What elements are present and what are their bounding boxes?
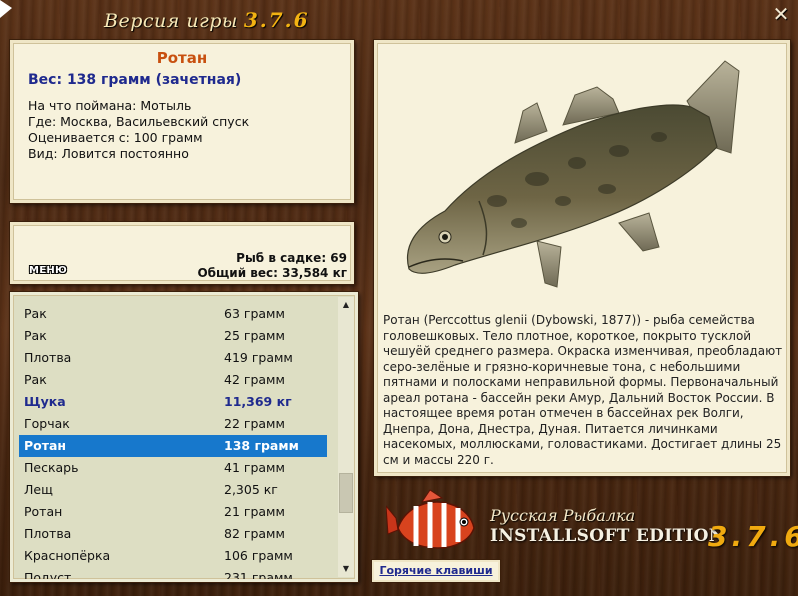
- fish-weight-cell: 21 грамм: [224, 504, 285, 519]
- fish-weight-cell: 231 грамм: [224, 570, 293, 582]
- stats-panel: МЕНЮ Рыб в садке: 69 Общий вес: 33,584 к…: [10, 222, 354, 284]
- fish-weight-cell: 41 грамм: [224, 460, 285, 475]
- fish-weight-cell: 2,305 кг: [224, 482, 278, 497]
- fish-name-cell: Ротан: [24, 438, 67, 453]
- list-item[interactable]: Лещ 2,305 кг: [19, 479, 327, 501]
- fish-weight-cell: 419 грамм: [224, 350, 293, 365]
- fish-bait: На что поймана: Мотыль: [28, 98, 192, 113]
- list-scrollbar[interactable]: ▲ ▼: [338, 297, 354, 577]
- fish-weight: Вес: 138 грамм (зачетная): [28, 72, 242, 88]
- close-icon[interactable]: ✕: [771, 4, 791, 24]
- list-item[interactable]: Горчак 22 грамм: [19, 413, 327, 435]
- scroll-down-icon[interactable]: ▼: [338, 561, 354, 577]
- resize-corner-icon: [0, 0, 12, 18]
- fish-weight-cell: 82 грамм: [224, 526, 285, 541]
- fish-logo-icon: [386, 489, 475, 549]
- fish-name-cell: Пескарь: [24, 460, 79, 475]
- fish-weight-cell: 11,369 кг: [224, 394, 292, 409]
- game-logo: Русская Рыбалка INSTALLSOFT EDITION 3.7.…: [386, 488, 798, 556]
- title-text: Версия игры: [104, 10, 238, 32]
- fish-name-cell: Плотва: [24, 526, 72, 541]
- fish-name: Ротан: [156, 49, 208, 67]
- fish-image: [407, 60, 740, 288]
- catch-list[interactable]: Рак 63 грамм Рак 25 грамм Плотва 419 грамм Рак…: [10, 292, 358, 582]
- fish-name-cell: Лещ: [24, 482, 53, 497]
- fish-name-cell: Щука: [24, 394, 66, 409]
- fish-weight-cell: 63 грамм: [224, 306, 285, 321]
- total-weight: Общий вес: 33,584 кг: [197, 266, 347, 280]
- logo-title: Русская Рыбалка: [490, 506, 636, 525]
- fish-name-cell: Горчак: [24, 416, 70, 431]
- fish-name-cell: Ротан: [24, 504, 63, 519]
- description-panel: Ротан (Perccottus glenii (Dybowski, 1877…: [374, 40, 790, 476]
- fish-weight-cell: 22 грамм: [224, 416, 285, 431]
- list-item[interactable]: Подуст 231 грамм: [19, 567, 327, 582]
- fish-info-panel: Ротан Вес: 138 грамм (зачетная) На что п…: [10, 40, 354, 203]
- menu-button[interactable]: МЕНЮ: [29, 265, 67, 276]
- window-title: Версия игры 3.7.6: [104, 8, 310, 32]
- fish-name-cell: Рак: [24, 372, 47, 387]
- list-item[interactable]: Плотва 419 грамм: [19, 347, 327, 369]
- list-item[interactable]: Рак 25 грамм: [19, 325, 327, 347]
- fish-name-cell: Рак: [24, 306, 47, 321]
- list-item[interactable]: Рак 42 грамм: [19, 369, 327, 391]
- fish-weight-cell: 25 грамм: [224, 328, 285, 343]
- list-item[interactable]: Ротан 138 грамм: [19, 435, 327, 457]
- title-version: 3.7.6: [243, 8, 310, 32]
- scroll-up-icon[interactable]: ▲: [338, 297, 354, 313]
- hotkeys-link[interactable]: Горячие клавиши: [372, 560, 500, 582]
- fish-weight-cell: 42 грамм: [224, 372, 285, 387]
- list-item[interactable]: Рак 63 грамм: [19, 303, 327, 325]
- fish-valued-from: Оценивается с: 100 грамм: [28, 130, 203, 145]
- list-item[interactable]: Щука 11,369 кг: [19, 391, 327, 413]
- fish-weight-cell: 138 грамм: [224, 438, 299, 453]
- scroll-thumb[interactable]: [339, 473, 353, 513]
- logo-edition: INSTALLSOFT EDITION: [490, 526, 725, 546]
- catch-list-rows: Рак 63 грамм Рак 25 грамм Плотва 419 грамм Рак…: [19, 303, 327, 582]
- fish-name-cell: Краснопёрка: [24, 548, 111, 563]
- fish-location: Где: Москва, Васильевский спуск: [28, 114, 250, 129]
- fish-count: Рыб в садке: 69: [236, 251, 347, 265]
- fish-description: Ротан (Perccottus glenii (Dybowski, 1877…: [383, 313, 783, 467]
- fish-name-cell: Рак: [24, 328, 47, 343]
- fish-name-cell: Подуст: [24, 570, 72, 582]
- list-item[interactable]: Плотва 82 грамм: [19, 523, 327, 545]
- list-item[interactable]: Пескарь 41 грамм: [19, 457, 327, 479]
- fish-name-cell: Плотва: [24, 350, 72, 365]
- fish-type: Вид: Ловится постоянно: [28, 146, 189, 161]
- list-item[interactable]: Ротан 21 грамм: [19, 501, 327, 523]
- list-item[interactable]: Краснопёрка 106 грамм: [19, 545, 327, 567]
- fish-weight-cell: 106 грамм: [224, 548, 293, 563]
- logo-version: 3.7.6: [708, 520, 798, 553]
